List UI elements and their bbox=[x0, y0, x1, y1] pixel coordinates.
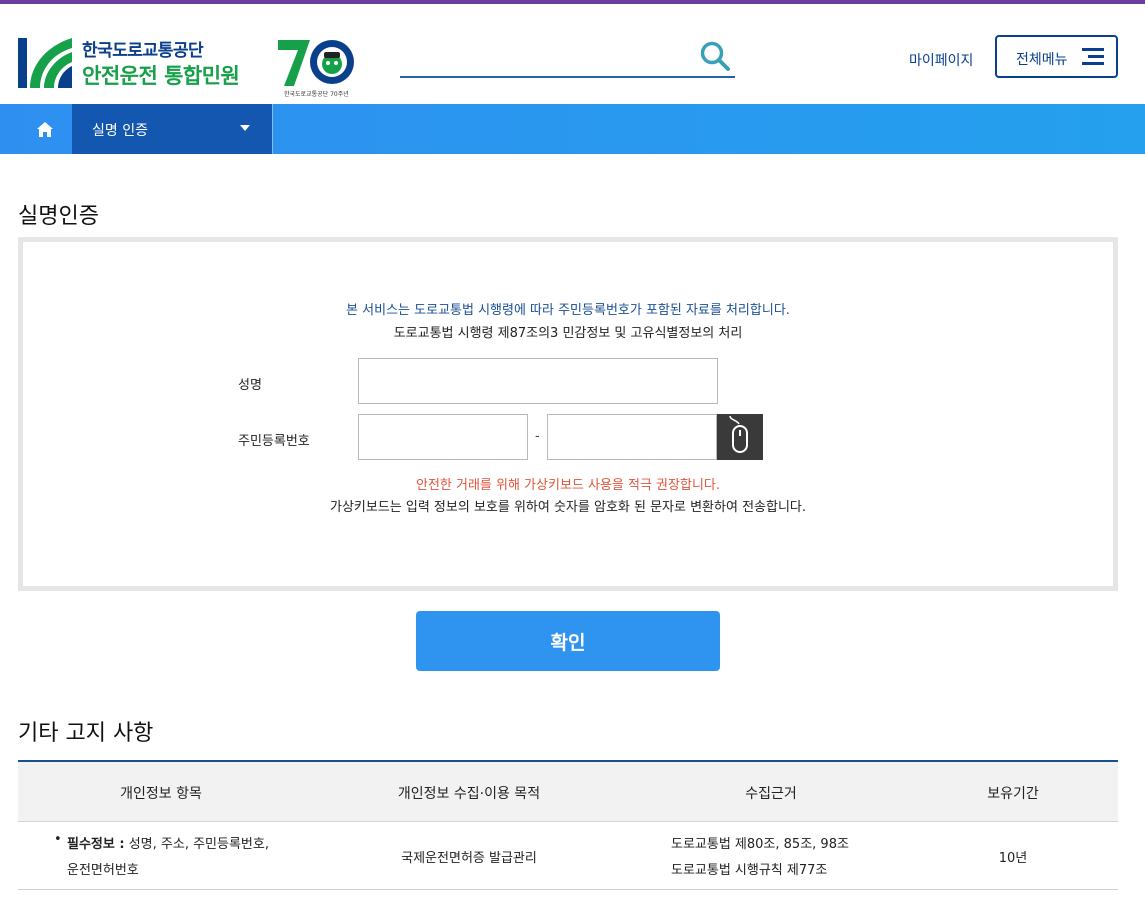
identity-verification-form: 본 서비스는 도로교통법 시행령에 따라 주민등록번호가 포함된 자료를 처리합… bbox=[18, 237, 1118, 591]
privacy-notice-table: 개인정보 항목 개인정보 수집·이용 목적 수집근거 보유기간 • 필수정보 :… bbox=[18, 760, 1118, 890]
notice-section-title: 기타 고지 사항 bbox=[18, 721, 154, 746]
required-info-label: 필수정보 : bbox=[67, 837, 125, 852]
anniversary-emblem: 한국도로교통공단 70주년 bbox=[276, 36, 360, 100]
column-header: 개인정보 항목 bbox=[120, 786, 202, 802]
logo-org-name: 한국도로교통공단 bbox=[82, 41, 204, 61]
table-header: 개인정보 항목 개인정보 수집·이용 목적 수집근거 보유기간 bbox=[18, 762, 1118, 822]
all-menu-button[interactable]: 전체메뉴 bbox=[995, 35, 1118, 78]
privacy-items-line1: 필수정보 : 성명, 주소, 주민등록번호, bbox=[67, 833, 269, 852]
rrn-separator: - bbox=[535, 429, 540, 444]
service-notice: 본 서비스는 도로교통법 시행령에 따라 주민등록번호가 포함된 자료를 처리합… bbox=[346, 303, 790, 318]
column-header: 수집근거 bbox=[745, 786, 797, 802]
item-bullet: • bbox=[54, 832, 62, 847]
virtual-keyboard-description: 가상키보드는 입력 정보의 보호를 위하여 숫자를 암호화 된 문자로 변환하여… bbox=[329, 500, 807, 515]
name-label: 성명 bbox=[238, 378, 262, 393]
home-icon bbox=[36, 121, 53, 137]
hamburger-icon bbox=[1082, 48, 1104, 66]
anniversary-70-icon bbox=[278, 40, 354, 86]
retention-period: 10년 bbox=[998, 851, 1028, 866]
column-header: 보유기간 bbox=[987, 786, 1039, 802]
collection-basis-line2: 도로교통법 시행규칙 제77조 bbox=[671, 863, 828, 878]
rrn-back-field[interactable] bbox=[547, 414, 717, 460]
home-button[interactable] bbox=[18, 104, 71, 154]
search-bar bbox=[400, 40, 735, 78]
location-nav: 실명 인증 bbox=[0, 104, 1145, 154]
nav-divider bbox=[272, 104, 273, 154]
table-row: • 필수정보 : 성명, 주소, 주민등록번호, 운전면허번호 국제운전면허증 … bbox=[18, 822, 1118, 890]
nav-current-label: 실명 인증 bbox=[92, 123, 148, 139]
rrn-front-field[interactable] bbox=[358, 414, 528, 460]
page-title: 실명인증 bbox=[18, 204, 99, 229]
collection-purpose: 국제운전면허증 발급관리 bbox=[401, 851, 537, 866]
collection-basis-line1: 도로교통법 제80조, 85조, 98조 bbox=[671, 837, 849, 852]
privacy-items-line2: 운전면허번호 bbox=[67, 863, 139, 878]
search-input[interactable] bbox=[400, 44, 690, 74]
site-header: 한국도로교통공단 안전운전 통합민원 한국도로교통공단 70주년 마이페이지 전… bbox=[0, 4, 1145, 104]
nav-location-dropdown[interactable]: 실명 인증 bbox=[72, 104, 272, 154]
mouse-icon bbox=[729, 415, 748, 453]
chevron-down-icon bbox=[240, 125, 250, 131]
all-menu-label: 전체메뉴 bbox=[1016, 52, 1068, 68]
anniversary-caption: 한국도로교통공단 70주년 bbox=[284, 91, 349, 98]
site-logo[interactable]: 한국도로교통공단 안전운전 통합민원 bbox=[18, 36, 258, 94]
confirm-button[interactable]: 확인 bbox=[416, 611, 720, 671]
mypage-link[interactable]: 마이페이지 bbox=[909, 50, 973, 70]
legal-basis-notice: 도로교통법 시행령 제87조의3 민감정보 및 고유식별정보의 처리 bbox=[393, 326, 743, 341]
name-field[interactable] bbox=[358, 358, 718, 404]
logo-service-name: 안전운전 통합민원 bbox=[82, 64, 240, 88]
koroad-logo-icon bbox=[18, 38, 72, 88]
virtual-keyboard-recommendation: 안전한 거래를 위해 가상키보드 사용을 적극 권장합니다. bbox=[415, 478, 720, 493]
rrn-label: 주민등록번호 bbox=[238, 434, 310, 449]
search-icon[interactable] bbox=[699, 40, 731, 72]
required-items: 성명, 주소, 주민등록번호, bbox=[124, 837, 269, 852]
column-header: 개인정보 수집·이용 목적 bbox=[397, 786, 541, 802]
virtual-keyboard-button[interactable] bbox=[717, 414, 763, 460]
